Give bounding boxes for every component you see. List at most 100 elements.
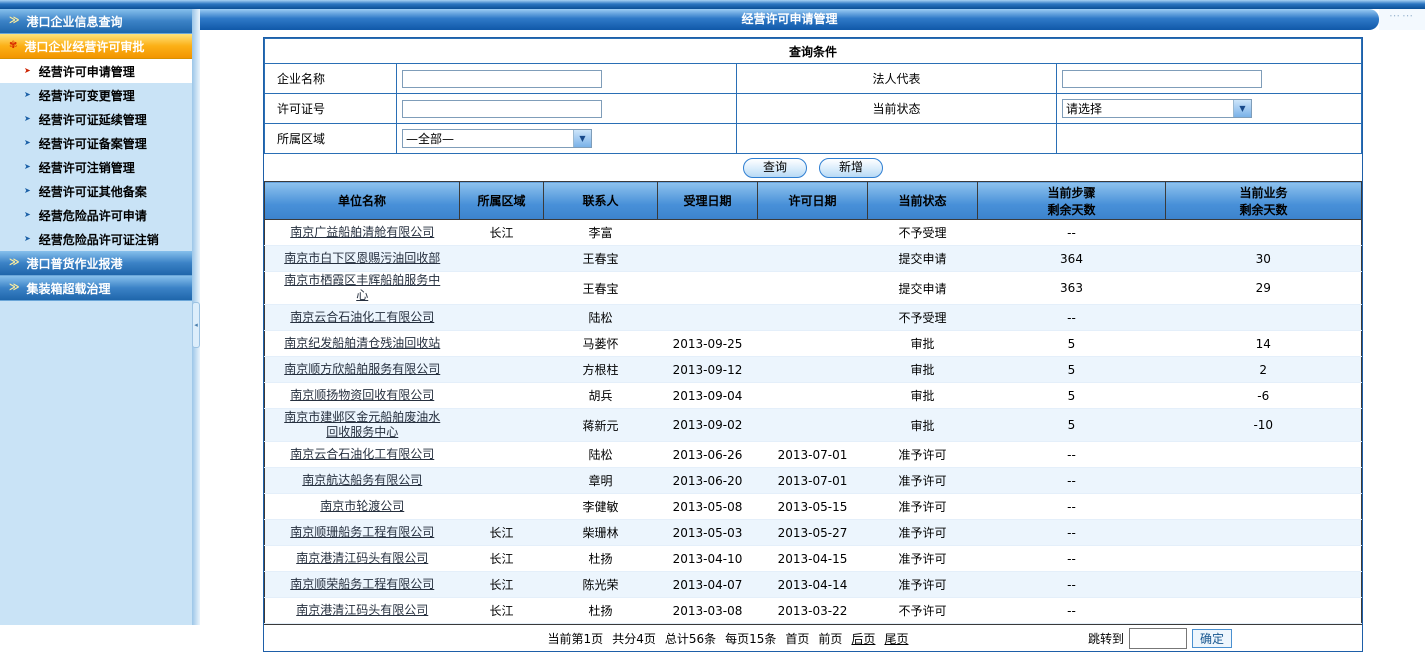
region-cell bbox=[460, 409, 544, 442]
region-cell bbox=[460, 246, 544, 272]
table-row: 南京市栖霞区丰辉船舶服务中心王春宝提交申请36329 bbox=[265, 272, 1362, 305]
last-page-link[interactable]: 尾页 bbox=[884, 630, 908, 647]
prev-page-link[interactable]: 前页 bbox=[818, 630, 842, 647]
step-days-remaining-cell: 5 bbox=[978, 357, 1166, 383]
contact-cell: 陆松 bbox=[544, 305, 658, 331]
next-page-link[interactable]: 后页 bbox=[851, 630, 875, 647]
column-header: 联系人 bbox=[544, 182, 658, 220]
company-name-link[interactable]: 南京航达船务有限公司 bbox=[302, 473, 422, 488]
company-name-link[interactable]: 南京云合石油化工有限公司 bbox=[290, 447, 434, 462]
sidebar-item-label: 港口企业经营许可审批 bbox=[24, 38, 144, 55]
sidebar-item-label: 经营许可变更管理 bbox=[39, 87, 135, 104]
company-name-cell: 南京市建邺区金元船舶废油水回收服务中心 bbox=[265, 409, 460, 442]
sidebar-group-item[interactable]: ✾港口企业经营许可审批 bbox=[0, 34, 192, 59]
double-arrow-icon: ≫ bbox=[9, 258, 19, 268]
sidebar-sub-item[interactable]: ➤ 经营危险品许可证注销 bbox=[0, 227, 192, 251]
company-name-link[interactable]: 南京纪发船舶清仓残油回收站 bbox=[284, 336, 440, 351]
region-cell bbox=[460, 331, 544, 357]
company-name-link[interactable]: 南京顺方欣船舶服务有限公司 bbox=[284, 362, 440, 377]
table-row: 南京云合石油化工有限公司陆松2013-06-262013-07-01准予许可-- bbox=[265, 442, 1362, 468]
company-name-link[interactable]: 南京顺扬物资回收有限公司 bbox=[290, 388, 434, 403]
region-select[interactable]: —全部— ▼ bbox=[402, 129, 592, 148]
sidebar-sub-item[interactable]: ➤经营许可证备案管理 bbox=[0, 131, 192, 155]
content-area: 查询条件 企业名称 法人代表 bbox=[200, 30, 1425, 652]
license-no-label: 许可证号 bbox=[265, 94, 397, 124]
region-cell bbox=[460, 494, 544, 520]
company-name-input[interactable] bbox=[402, 70, 602, 88]
chevron-down-icon: ▼ bbox=[573, 130, 591, 147]
company-name-link[interactable]: 南京港清江码头有限公司 bbox=[296, 551, 428, 566]
sidebar-group-item[interactable]: ≫集装箱超载治理 bbox=[0, 276, 192, 301]
step-days-remaining-cell: -- bbox=[978, 494, 1166, 520]
sidebar-item-label: 经营许可证延续管理 bbox=[39, 111, 147, 128]
jump-page-input[interactable] bbox=[1129, 628, 1187, 649]
accept-date-cell: 2013-05-03 bbox=[658, 520, 758, 546]
sidebar-sub-item[interactable]: ➤经营许可证延续管理 bbox=[0, 107, 192, 131]
company-name-link[interactable]: 南京顺珊船务工程有限公司 bbox=[290, 525, 434, 540]
contact-cell: 杜扬 bbox=[544, 598, 658, 624]
double-arrow-icon: ≫ bbox=[9, 16, 19, 26]
results-header-row: 单位名称所属区域联系人受理日期许可日期当前状态当前步骤 剩余天数当前业务 剩余天… bbox=[265, 182, 1362, 220]
query-actions: 查询 新增 bbox=[264, 154, 1362, 181]
region-cell bbox=[460, 305, 544, 331]
sidebar-group-item[interactable]: ≫ 港口企业信息查询 bbox=[0, 9, 192, 34]
legal-person-input[interactable] bbox=[1062, 70, 1262, 88]
sidebar-item-label: 港口普货作业报港 bbox=[26, 255, 122, 272]
current-status-select[interactable]: 请选择 ▼ bbox=[1062, 99, 1252, 118]
sidebar-group-item[interactable]: ≫ 港口普货作业报港 bbox=[0, 251, 192, 276]
accept-date-cell bbox=[658, 305, 758, 331]
region-cell bbox=[460, 442, 544, 468]
arrow-icon: ➤ bbox=[24, 211, 31, 219]
status-cell: 审批 bbox=[868, 383, 978, 409]
sidebar-sub-item[interactable]: ➤经营许可注销管理 bbox=[0, 155, 192, 179]
accept-date-cell: 2013-04-10 bbox=[658, 546, 758, 572]
table-row: 南京市建邺区金元船舶废油水回收服务中心蒋新元2013-09-02审批5-10 bbox=[265, 409, 1362, 442]
table-row: 南京港清江码头有限公司长江杜扬2013-03-082013-03-22不予许可-… bbox=[265, 598, 1362, 624]
license-date-cell bbox=[758, 383, 868, 409]
company-name-link[interactable]: 南京市白下区恩赐污油回收部 bbox=[284, 251, 440, 266]
first-page-link[interactable]: 首页 bbox=[785, 630, 809, 647]
arrow-icon: ➤ bbox=[24, 187, 31, 195]
license-no-input[interactable] bbox=[402, 100, 602, 118]
step-days-remaining-cell: -- bbox=[978, 520, 1166, 546]
status-cell: 准予许可 bbox=[868, 520, 978, 546]
arrow-icon: ➤ bbox=[24, 235, 31, 243]
company-name-link[interactable]: 南京广益船舶清舱有限公司 bbox=[290, 225, 434, 240]
sidebar-sub-item[interactable]: ➤经营许可变更管理 bbox=[0, 83, 192, 107]
contact-cell: 杜扬 bbox=[544, 546, 658, 572]
contact-cell: 方根柱 bbox=[544, 357, 658, 383]
company-name-link[interactable]: 南京港清江码头有限公司 bbox=[296, 603, 428, 618]
company-name-link[interactable]: 南京市栖霞区丰辉船舶服务中心 bbox=[279, 273, 445, 303]
business-days-remaining-cell: 2 bbox=[1166, 357, 1362, 383]
accept-date-cell: 2013-04-07 bbox=[658, 572, 758, 598]
query-section-title: 查询条件 bbox=[265, 39, 1362, 64]
company-name-link[interactable]: 南京市轮渡公司 bbox=[320, 499, 404, 514]
body-row: ≫港口企业信息查询✾港口企业经营许可审批➤经营许可申请管理➤经营许可变更管理➤经… bbox=[0, 9, 1425, 625]
jump-confirm-button[interactable]: 确定 bbox=[1192, 629, 1232, 648]
region-cell: 长江 bbox=[460, 598, 544, 624]
status-cell: 审批 bbox=[868, 331, 978, 357]
company-name-link[interactable]: 南京市建邺区金元船舶废油水回收服务中心 bbox=[279, 410, 445, 440]
status-cell: 不予受理 bbox=[868, 305, 978, 331]
table-row: 南京航达船务有限公司章明2013-06-202013-07-01准予许可-- bbox=[265, 468, 1362, 494]
sidebar-item-label: 港口企业信息查询 bbox=[26, 13, 122, 30]
results-table-body: 南京广益船舶清舱有限公司长江李富不予受理--南京市白下区恩赐污油回收部王春宝提交… bbox=[265, 220, 1362, 624]
license-date-cell: 2013-05-27 bbox=[758, 520, 868, 546]
sidebar-item-label: 经营危险品许可证注销 bbox=[39, 231, 159, 248]
sidebar-sub-item[interactable]: ➤经营许可证其他备案 bbox=[0, 179, 192, 203]
company-name-link[interactable]: 南京顺荣船务工程有限公司 bbox=[290, 577, 434, 592]
business-days-remaining-cell bbox=[1166, 305, 1362, 331]
add-button[interactable]: 新增 bbox=[819, 158, 883, 178]
business-days-remaining-cell bbox=[1166, 442, 1362, 468]
license-date-cell: 2013-03-22 bbox=[758, 598, 868, 624]
column-header: 所属区域 bbox=[460, 182, 544, 220]
sidebar-sub-item[interactable]: ➤经营危险品许可申请 bbox=[0, 203, 192, 227]
table-row: 南京市轮渡公司李健敏2013-05-082013-05-15准予许可-- bbox=[265, 494, 1362, 520]
company-name-link[interactable]: 南京云合石油化工有限公司 bbox=[290, 310, 434, 325]
sidebar-sub-item[interactable]: ➤经营许可申请管理 bbox=[0, 59, 192, 83]
sidebar-collapse-handle[interactable]: ◂ bbox=[192, 302, 200, 348]
contact-cell: 胡兵 bbox=[544, 383, 658, 409]
accept-date-cell: 2013-09-25 bbox=[658, 331, 758, 357]
region-cell: 长江 bbox=[460, 220, 544, 246]
search-button[interactable]: 查询 bbox=[743, 158, 807, 178]
